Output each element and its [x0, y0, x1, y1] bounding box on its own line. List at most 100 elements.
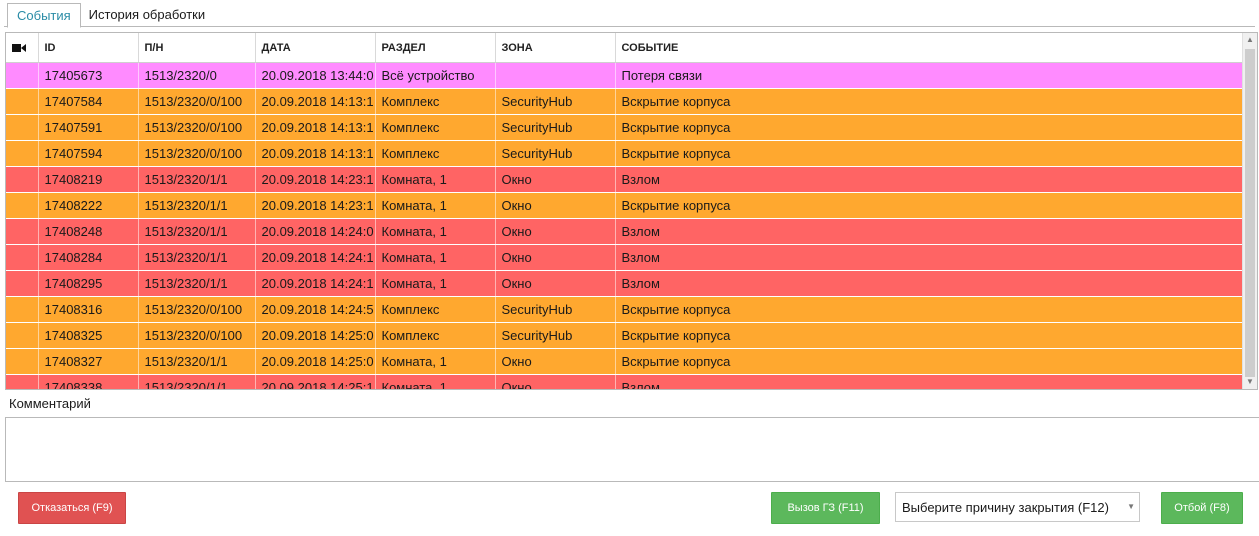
events-table: ID П/Н ДАТА РАЗДЕЛ ЗОНА СОБЫТИЕ 17405673…: [6, 33, 1243, 389]
cell-event: Вскрытие корпуса: [615, 348, 1243, 375]
table-row[interactable]: 17407591 1513/2320/0/100 20.09.2018 14:13:…: [6, 114, 1243, 141]
tab-processing-history[interactable]: История обработки: [81, 3, 214, 26]
cell-camera: [6, 374, 39, 389]
cell-pn: 1513/2320/0/100: [138, 140, 256, 167]
cell-zone: Окно: [495, 244, 616, 271]
cell-zone: SecurityHub: [495, 322, 616, 349]
column-header-zone[interactable]: ЗОНА: [495, 33, 616, 63]
chevron-down-icon: ▼: [1127, 502, 1135, 511]
vertical-scrollbar[interactable]: ▲ ▼: [1242, 33, 1257, 389]
table-row[interactable]: 17408284 1513/2320/1/1 20.09.2018 14:24:1 К…: [6, 244, 1243, 271]
cell-event: Вскрытие корпуса: [615, 322, 1243, 349]
cell-date: 20.09.2018 14:25:1: [255, 374, 376, 389]
cell-section: Комната, 1: [375, 166, 496, 193]
cell-section: Комплекс: [375, 88, 496, 115]
cell-zone: SecurityHub: [495, 140, 616, 167]
cell-camera: [6, 88, 39, 115]
tab-strip: События История обработки: [7, 3, 214, 28]
cell-date: 20.09.2018 14:13:1: [255, 88, 376, 115]
cell-pn: 1513/2320/0/100: [138, 322, 256, 349]
cell-camera: [6, 296, 39, 323]
cell-date: 20.09.2018 14:25:0: [255, 348, 376, 375]
cell-date: 20.09.2018 14:13:1: [255, 140, 376, 167]
comment-label: Комментарий: [9, 396, 91, 411]
close-reason-select[interactable]: Выберите причину закрытия (F12) ▼: [895, 492, 1140, 522]
cell-camera: [6, 270, 39, 297]
cell-pn: 1513/2320/0/100: [138, 88, 256, 115]
table-row[interactable]: 17408338 1513/2320/1/1 20.09.2018 14:25:1 К…: [6, 374, 1243, 389]
table-row[interactable]: 17407594 1513/2320/0/100 20.09.2018 14:13:…: [6, 140, 1243, 167]
column-header-id[interactable]: ID: [38, 33, 139, 63]
cell-date: 20.09.2018 13:44:0: [255, 62, 376, 89]
cell-pn: 1513/2320/1/1: [138, 192, 256, 219]
cell-section: Комната, 1: [375, 192, 496, 219]
scrollbar-thumb[interactable]: [1245, 49, 1255, 377]
table-row[interactable]: 17408219 1513/2320/1/1 20.09.2018 14:23:1 К…: [6, 166, 1243, 193]
cell-event: Вскрытие корпуса: [615, 88, 1243, 115]
cell-pn: 1513/2320/1/1: [138, 218, 256, 245]
cell-date: 20.09.2018 14:24:1: [255, 244, 376, 271]
cell-section: Комплекс: [375, 114, 496, 141]
cell-date: 20.09.2018 14:24:1: [255, 270, 376, 297]
cell-section: Комната, 1: [375, 218, 496, 245]
cell-pn: 1513/2320/1/1: [138, 166, 256, 193]
table-row[interactable]: 17408316 1513/2320/0/100 20.09.2018 14:24:…: [6, 296, 1243, 323]
table-row[interactable]: 17407584 1513/2320/0/100 20.09.2018 14:13:…: [6, 88, 1243, 115]
cell-event: Взлом: [615, 374, 1243, 389]
cell-event: Вскрытие корпуса: [615, 140, 1243, 167]
column-header-date[interactable]: ДАТА: [255, 33, 376, 63]
column-header-event[interactable]: СОБЫТИЕ: [615, 33, 1243, 63]
table-row[interactable]: 17408222 1513/2320/1/1 20.09.2018 14:23:1 К…: [6, 192, 1243, 219]
comment-field[interactable]: [5, 417, 1259, 482]
cell-id: 17408325: [38, 322, 139, 349]
cell-camera: [6, 322, 39, 349]
table-row[interactable]: 17405673 1513/2320/0 20.09.2018 13:44:0 Всё…: [6, 62, 1243, 89]
cell-date: 20.09.2018 14:23:1: [255, 166, 376, 193]
cell-section: Комната, 1: [375, 348, 496, 375]
cell-event: Вскрытие корпуса: [615, 296, 1243, 323]
cell-camera: [6, 192, 39, 219]
scroll-up-arrow-icon[interactable]: ▲: [1243, 33, 1257, 47]
cell-id: 17408222: [38, 192, 139, 219]
cell-zone: Окно: [495, 192, 616, 219]
cell-id: 17408295: [38, 270, 139, 297]
cell-id: 17408248: [38, 218, 139, 245]
video-camera-icon: [12, 43, 26, 52]
cell-camera: [6, 348, 39, 375]
cell-section: Комплекс: [375, 140, 496, 167]
table-row[interactable]: 17408325 1513/2320/0/100 20.09.2018 14:25:…: [6, 322, 1243, 349]
tab-events[interactable]: События: [7, 3, 81, 28]
cell-event: Взлом: [615, 218, 1243, 245]
scroll-down-arrow-icon[interactable]: ▼: [1243, 375, 1257, 389]
cell-camera: [6, 166, 39, 193]
table-row[interactable]: 17408295 1513/2320/1/1 20.09.2018 14:24:1 К…: [6, 270, 1243, 297]
cell-date: 20.09.2018 14:23:1: [255, 192, 376, 219]
cell-date: 20.09.2018 14:25:0: [255, 322, 376, 349]
cell-zone: [495, 62, 616, 89]
cell-pn: 1513/2320/1/1: [138, 348, 256, 375]
table-row[interactable]: 17408327 1513/2320/1/1 20.09.2018 14:25:0 К…: [6, 348, 1243, 375]
cell-zone: Окно: [495, 166, 616, 193]
cell-date: 20.09.2018 14:24:0: [255, 218, 376, 245]
cell-camera: [6, 218, 39, 245]
cell-section: Комната, 1: [375, 244, 496, 271]
cell-pn: 1513/2320/0/100: [138, 114, 256, 141]
table-row[interactable]: 17408248 1513/2320/1/1 20.09.2018 14:24:0 К…: [6, 218, 1243, 245]
cell-id: 17408316: [38, 296, 139, 323]
cell-zone: SecurityHub: [495, 88, 616, 115]
cell-zone: SecurityHub: [495, 114, 616, 141]
cell-pn: 1513/2320/0: [138, 62, 256, 89]
call-guard-button[interactable]: Вызов ГЗ (F11): [771, 492, 880, 524]
close-reason-value: Выберите причину закрытия (F12): [902, 500, 1109, 515]
cell-pn: 1513/2320/0/100: [138, 296, 256, 323]
cell-section: Комната, 1: [375, 374, 496, 389]
cell-zone: SecurityHub: [495, 296, 616, 323]
column-header-camera[interactable]: [6, 33, 39, 63]
cancel-button[interactable]: Отказаться (F9): [18, 492, 126, 524]
column-header-pn[interactable]: П/Н: [138, 33, 256, 63]
column-header-section[interactable]: РАЗДЕЛ: [375, 33, 496, 63]
events-grid[interactable]: ID П/Н ДАТА РАЗДЕЛ ЗОНА СОБЫТИЕ 17405673…: [5, 32, 1258, 390]
reject-button[interactable]: Отбой (F8): [1161, 492, 1243, 524]
cell-event: Вскрытие корпуса: [615, 192, 1243, 219]
cell-zone: Окно: [495, 374, 616, 389]
